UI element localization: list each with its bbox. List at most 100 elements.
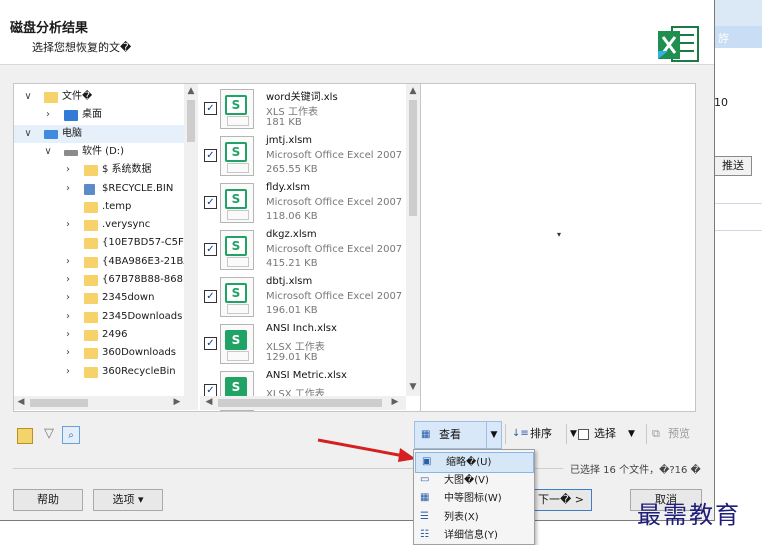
preview-button[interactable]: ⧉ 预览 [652, 421, 698, 447]
folder-icon [84, 366, 98, 378]
file-checkbox[interactable]: ✓ [204, 337, 217, 350]
select-button[interactable]: 选择 ▼ [574, 421, 644, 447]
file-checkbox[interactable]: ✓ [204, 196, 217, 209]
chevron-down-icon: ▼ [628, 429, 635, 439]
chevron-right-icon[interactable]: › [42, 106, 54, 124]
chevron-down-icon[interactable]: ∨ [22, 88, 34, 106]
scroll-down-icon[interactable]: ▼ [406, 382, 420, 392]
grid-icon [227, 163, 249, 173]
tree-item-label: 360RecycleBin [102, 365, 176, 377]
spreadsheet-file-icon: S [220, 183, 254, 223]
tree-item[interactable]: › $ 系统数据 [14, 161, 198, 179]
menu-item[interactable]: ▭ 大图�(V) [414, 471, 534, 490]
folder-tree[interactable]: ∨ 文件� › 桌面 ∨ 电脑 ∨ 软件 (D:) › $ 系统数据 › $RECYCLE.BIN .t… [13, 83, 201, 412]
tree-item[interactable]: ∨ 电脑 [14, 124, 184, 143]
files-vertical-scrollbar[interactable]: ▲ ▼ [406, 84, 420, 396]
tree-item[interactable]: › 桌面 [14, 106, 198, 124]
file-item[interactable]: ✓ Sfldy.xlsm Microsoft Office Excel 2007 .… [200, 180, 415, 227]
tree-item[interactable]: › $RECYCLE.BIN [14, 180, 198, 198]
file-name: dkgz.xlsm [266, 229, 317, 240]
scroll-up-icon[interactable]: ▲ [184, 86, 198, 96]
tree-item[interactable]: › .verysync [14, 216, 198, 234]
file-item[interactable]: ✓ S ANSI Inch.xlsx XLSX 工作表 129.01 KB [200, 321, 405, 368]
tree-item[interactable]: › 2345down [14, 289, 198, 307]
folder-icon [84, 329, 98, 341]
toolbar-divider [566, 424, 567, 444]
medium-icons-icon: ▦ [420, 492, 430, 503]
spreadsheet-file-icon: S [220, 230, 254, 270]
search-icon[interactable]: ⌕ [62, 426, 80, 444]
file-checkbox[interactable]: ✓ [204, 149, 217, 162]
chevron-right-icon[interactable]: › [62, 271, 74, 289]
tree-item[interactable]: › {67B78B88-868D- [14, 271, 198, 289]
files-scroll-thumb[interactable] [409, 100, 417, 216]
file-item[interactable]: ✓ Sdbtj.xlsm Microsoft Office Excel 2007 .… [200, 274, 415, 321]
chevron-down-icon[interactable]: ∨ [42, 143, 54, 161]
chevron-down-icon: ▼ [490, 430, 498, 440]
selection-status: 已选择 16 个文件，�?16 � [570, 465, 701, 476]
file-list[interactable]: ✓ Sword关键词.xls XLS 工作表 181 KB ✓ Sjmtj.xlsm Mic… [200, 83, 420, 412]
view-dropdown-button[interactable]: ▼ [486, 421, 502, 449]
file-checkbox[interactable]: ✓ [204, 102, 217, 115]
file-name: fldy.xlsm [266, 182, 310, 193]
scroll-left-icon[interactable]: ◀ [204, 397, 214, 407]
toolbar-divider [646, 424, 647, 444]
files-hscroll-thumb[interactable] [218, 399, 382, 407]
tree-hscroll-thumb[interactable] [30, 399, 88, 407]
background-strip-text: 斿 [718, 32, 729, 45]
chevron-right-icon[interactable]: › [62, 363, 74, 381]
tree-item[interactable]: ∨ 软件 (D:) [14, 143, 198, 161]
view-button[interactable]: ▦ 查看 [414, 421, 488, 449]
chevron-right-icon[interactable]: › [62, 326, 74, 344]
scroll-left-icon[interactable]: ◀ [16, 397, 26, 407]
tree-scroll-thumb[interactable] [187, 100, 195, 142]
dialog-header: 磁盘分析结果 选择您想恢复的文� [0, 6, 714, 65]
scroll-right-icon[interactable]: ▶ [390, 397, 400, 407]
tree-item[interactable]: › 2496 [14, 326, 198, 344]
options-button[interactable]: 选项 ▾ [93, 489, 163, 511]
excel-logo-icon [658, 26, 699, 62]
file-item[interactable]: ✓ Sword关键词.xls XLS 工作表 181 KB [200, 86, 405, 133]
file-checkbox[interactable]: ✓ [204, 243, 217, 256]
tree-item[interactable]: › 360Downloads [14, 344, 198, 362]
sort-button-label: 排序 [530, 427, 552, 440]
scroll-up-icon[interactable]: ▲ [406, 86, 420, 96]
scroll-right-icon[interactable]: ▶ [172, 397, 182, 407]
spreadsheet-file-icon: S [220, 277, 254, 317]
tree-vertical-scrollbar[interactable]: ▲ [184, 84, 198, 396]
file-checkbox[interactable]: ✓ [204, 290, 217, 303]
chevron-right-icon[interactable]: › [62, 161, 74, 179]
tree-item[interactable]: {10E7BD57-C5FE- [14, 234, 198, 252]
chevron-right-icon[interactable]: › [62, 344, 74, 362]
tree-item[interactable]: › 2345Downloads [14, 308, 198, 326]
tree-horizontal-scrollbar[interactable]: ◀ ▶ [14, 396, 198, 410]
chevron-right-icon[interactable]: › [62, 216, 74, 234]
chevron-right-icon[interactable]: › [62, 308, 74, 326]
desktop-icon [64, 110, 78, 122]
chevron-down-icon[interactable]: ∨ [22, 125, 34, 143]
filter-icon[interactable]: ▽ [40, 425, 58, 443]
help-button[interactable]: 帮助 [13, 489, 83, 511]
menu-item[interactable]: ▦ 中等图标(W) [414, 489, 534, 508]
menu-item[interactable]: ☰ 列表(X) [414, 508, 534, 527]
chevron-right-icon[interactable]: › [62, 253, 74, 271]
next-button[interactable]: 下一� > [530, 489, 592, 511]
drive-icon [64, 149, 78, 156]
menu-item[interactable]: ☷ 详细信息(Y) [414, 526, 534, 545]
sort-button[interactable]: ↓≡ 排序 ▼ [512, 421, 582, 447]
spreadsheet-badge-icon: S [225, 330, 247, 350]
tree-item[interactable]: .temp [14, 198, 198, 216]
file-type: Microsoft Office Excel 2007 ... [266, 244, 415, 255]
folder-view-icon[interactable] [17, 428, 33, 444]
file-item[interactable]: ✓ Sjmtj.xlsm Microsoft Office Excel 2007 .… [200, 133, 415, 180]
background-window: 斿 10 推送 [714, 0, 762, 543]
files-horizontal-scrollbar[interactable]: ◀ ▶ [200, 396, 406, 410]
chevron-right-icon[interactable]: › [62, 180, 74, 198]
chevron-right-icon[interactable]: › [62, 289, 74, 307]
tree-item[interactable]: › {4BA986E3-21BA- [14, 253, 198, 271]
tree-item[interactable]: › 360RecycleBin [14, 363, 198, 381]
tree-item[interactable]: ∨ 文件� [14, 88, 198, 106]
file-item[interactable]: ✓ Sdkgz.xlsm Microsoft Office Excel 2007 .… [200, 227, 415, 274]
file-size: 196.01 KB [266, 305, 318, 316]
background-push-button[interactable]: 推送 [714, 156, 752, 176]
